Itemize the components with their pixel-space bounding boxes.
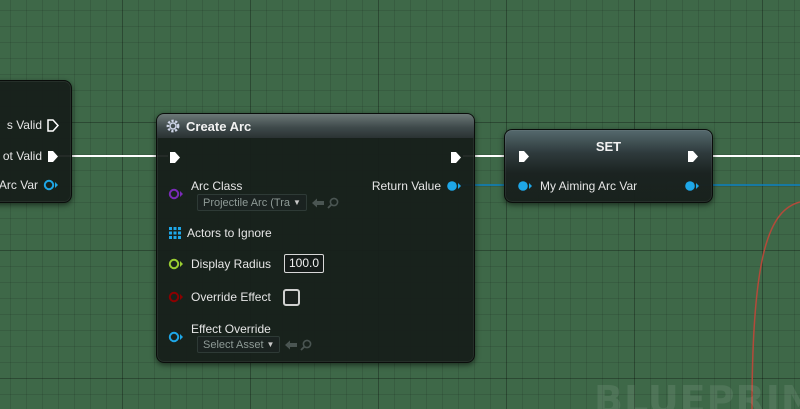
object-out-pin-icon[interactable] [684,180,700,192]
arc-class-dropdown[interactable]: Projectile Arc (Tra ▼ [197,194,307,211]
not-valid-label: ot Valid [2,149,42,163]
is-valid-label: s Valid [6,118,42,132]
arc-var-pin-row: rc Arc Var [0,178,59,192]
object-out-pin-icon[interactable] [43,179,59,191]
left-validated-node[interactable]: s Valid ot Valid rc Arc Var [0,80,72,203]
create-arc-node[interactable]: Create Arc Arc Class Projectile Arc (Tra… [156,113,475,363]
use-selected-arrow-icon[interactable] [311,197,325,209]
set-variable-node[interactable]: SET My Aiming Arc Var [504,129,713,203]
exec-out-pin-icon[interactable] [450,151,462,164]
arc-class-label: Arc Class [191,179,243,193]
exec-in-pin-icon[interactable] [169,151,181,164]
override-effect-checkbox[interactable] [283,289,300,306]
object-out-pin-icon[interactable] [446,180,462,192]
gear-icon [166,119,180,133]
arc-class-value: Projectile Arc (Tra [203,196,291,209]
effect-override-value: Select Asset [203,338,264,351]
class-pin-icon[interactable] [168,188,184,200]
exec-in-pin-icon[interactable] [518,150,530,163]
exec-out-hollow-icon[interactable] [47,118,59,132]
display-radius-input[interactable]: 100.0 [284,254,325,273]
set-variable-label: My Aiming Arc Var [540,179,638,193]
chevron-down-icon: ▼ [293,198,301,207]
browse-search-icon[interactable] [326,197,340,209]
effect-override-dropdown[interactable]: Select Asset ▼ [197,336,281,353]
exec-out-filled-icon[interactable] [47,150,59,163]
display-radius-label: Display Radius [191,257,272,271]
object-in-pin-icon[interactable] [517,180,533,192]
not-valid-pin-row: ot Valid [3,149,59,163]
bool-pin-icon[interactable] [168,291,184,303]
arc-class-picker-row: Projectile Arc (Tra ▼ [197,194,340,211]
return-value-pin-row: Return Value [372,179,462,193]
array-pin-icon[interactable] [169,227,181,239]
arc-var-label: rc Arc Var [0,178,38,192]
effect-override-label: Effect Override [191,322,271,336]
float-pin-icon[interactable] [168,258,184,270]
blueprint-graph[interactable]: s Valid ot Valid rc Arc Var Crea [0,0,800,409]
use-selected-arrow-icon[interactable] [284,339,298,351]
actors-to-ignore-label: Actors to Ignore [187,226,272,240]
blueprint-watermark: BLUEPRINT [594,378,800,409]
chevron-down-icon: ▼ [266,340,275,349]
create-arc-title: Create Arc [186,118,252,134]
set-node-title: SET [595,139,622,154]
override-effect-label: Override Effect [191,290,271,304]
create-arc-header[interactable]: Create Arc [157,114,474,138]
is-valid-pin-row: s Valid [7,118,59,132]
return-value-label: Return Value [371,179,441,193]
exec-out-pin-icon[interactable] [687,150,699,163]
browse-search-icon[interactable] [299,339,313,351]
effect-override-picker-row: Select Asset ▼ [197,336,313,353]
object-in-pin-icon[interactable] [168,331,184,343]
